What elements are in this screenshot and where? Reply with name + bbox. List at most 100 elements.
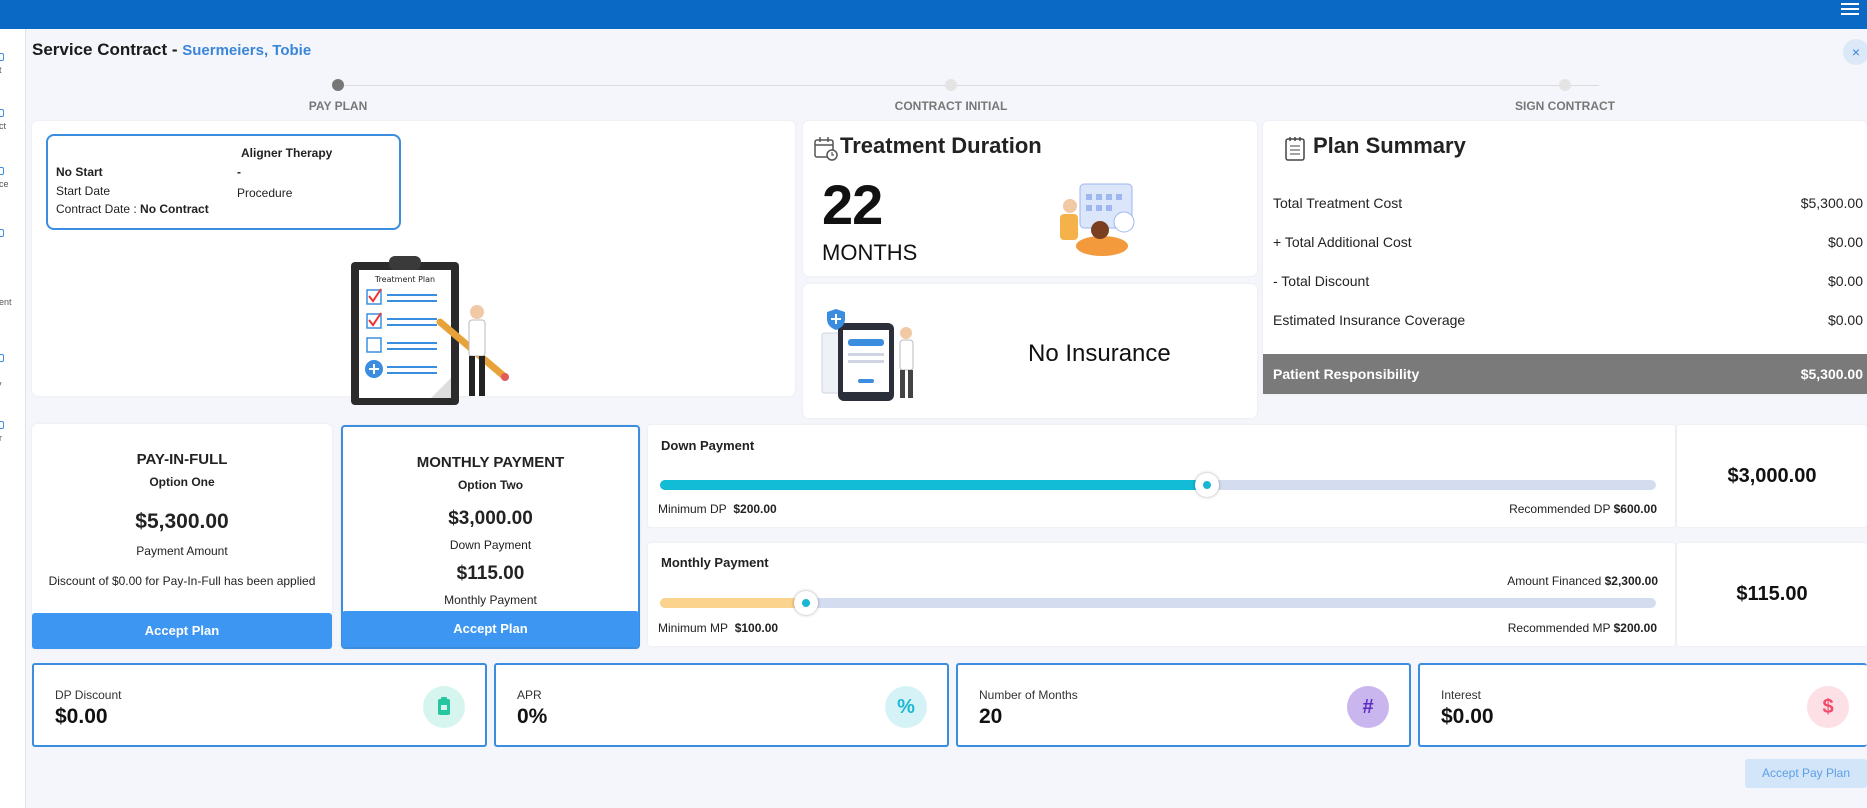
nav-icon <box>0 53 4 61</box>
step-pay-plan[interactable]: PAY PLAN <box>238 78 438 113</box>
hash-icon: # <box>1347 686 1389 728</box>
accept-monthly-plan-button[interactable]: Accept Plan <box>342 611 639 647</box>
stat-label: DP Discount <box>55 688 122 702</box>
patient-responsibility-label: Patient Responsibility <box>1273 366 1420 382</box>
monthly-slider-title: Monthly Payment <box>661 555 769 570</box>
down-payment-slider[interactable] <box>660 473 1656 497</box>
page-title: Service Contract - Suermeiers, Tobie <box>32 40 311 60</box>
rec-mp-value: $200.00 <box>1613 621 1657 635</box>
down-payment-value-card: $3,000.00 <box>1677 425 1867 527</box>
plan-summary-title: Plan Summary <box>1313 133 1466 158</box>
step-dot <box>1559 79 1571 91</box>
monthly-label: Monthly Payment <box>444 593 537 607</box>
min-dp-label: Minimum DP <box>658 502 727 516</box>
option-title: PAY-IN-FULL <box>136 451 228 468</box>
summary-row-label: - Total Discount <box>1273 273 1370 289</box>
monthly-amount: $115.00 <box>456 563 525 584</box>
calendar-icon <box>814 137 838 161</box>
payment-amount: $5,300.00 <box>135 510 229 533</box>
summary-row-label: + Total Additional Cost <box>1273 234 1412 250</box>
menu-icon[interactable] <box>1841 3 1859 15</box>
patient-responsibility-value: $5,300.00 <box>1800 366 1863 382</box>
accept-pay-in-full-button[interactable]: Accept Plan <box>32 613 332 649</box>
sidebar-item-label: nent <box>0 297 12 307</box>
summary-row-total-cost: Total Treatment Cost $5,300.00 <box>1273 195 1863 211</box>
sidebar-item-label: nt <box>0 65 2 75</box>
nav-icon <box>0 421 4 429</box>
close-icon: × <box>1851 44 1861 60</box>
down-payment-slider-title: Down Payment <box>661 438 755 453</box>
amount-financed-value: $2,300.00 <box>1604 574 1658 588</box>
monthly-payment-slider[interactable] <box>660 591 1656 615</box>
stat-label: APR <box>517 688 542 702</box>
payment-amount-label: Payment Amount <box>136 544 228 558</box>
sidebar-item-label: act <box>0 121 7 131</box>
stat-label: Interest <box>1441 688 1482 702</box>
sidebar-item-label: nce <box>0 179 9 189</box>
duration-months-value: 22 <box>822 173 883 236</box>
summary-row-value: $0.00 <box>1827 312 1863 328</box>
start-status: No Start <box>56 165 103 179</box>
procedure-label: Procedure <box>237 186 293 200</box>
percent-icon: % <box>885 686 927 728</box>
dollar-icon: $ <box>1807 686 1849 728</box>
nav-icon <box>0 354 4 362</box>
patient-name[interactable]: Suermeiers, Tobie <box>182 42 311 59</box>
clipboard-icon <box>423 686 465 728</box>
treatment-info-box: Aligner Therapy No Start - Start Date Pr… <box>46 134 401 230</box>
rec-dp-value: $600.00 <box>1613 502 1657 516</box>
slider-thumb[interactable] <box>1194 473 1219 497</box>
discount-note: Discount of $0.00 for Pay-In-Full has be… <box>48 574 316 588</box>
document-icon <box>1285 137 1305 161</box>
contract-date: Contract Date : No Contract <box>56 202 209 216</box>
sidebar-item-label: er <box>0 433 2 443</box>
rec-dp-label: Recommended DP <box>1509 502 1611 516</box>
summary-row-discount: - Total Discount $0.00 <box>1273 273 1863 289</box>
nav-icon <box>0 229 4 237</box>
step-contract-initial[interactable]: CONTRACT INITIAL <box>851 78 1051 113</box>
page-title-text: Service Contract - <box>32 40 183 59</box>
insurance-illustration <box>821 309 914 401</box>
rec-mp-label: Recommended MP <box>1507 621 1611 635</box>
min-dp: Minimum DP $200.00 <box>658 502 777 516</box>
contract-stepper: PAY PLAN CONTRACT INITIAL SIGN CONTRACT <box>32 78 1867 118</box>
stat-interest: Interest $0.00 $ <box>1418 663 1867 747</box>
stat-value: $0.00 <box>55 705 108 728</box>
contract-date-value: No Contract <box>140 202 209 216</box>
summary-row-value: $0.00 <box>1827 234 1863 250</box>
amount-financed: Amount Financed $2,300.00 <box>1507 574 1658 588</box>
treatment-duration-title: Treatment Duration <box>840 133 1042 158</box>
doctor-patient-illustration <box>1060 183 1135 256</box>
summary-row-label: Total Treatment Cost <box>1273 195 1403 211</box>
amount-financed-label: Amount Financed <box>1507 574 1602 588</box>
summary-row-additional-cost: + Total Additional Cost $0.00 <box>1273 234 1863 250</box>
down-payment-value: $3,000.00 <box>1727 465 1817 487</box>
step-sign-contract[interactable]: SIGN CONTRACT <box>1465 78 1665 113</box>
slider-fill <box>660 480 1207 490</box>
step-label: CONTRACT INITIAL <box>894 99 1008 113</box>
contract-date-label: Contract Date : <box>56 202 141 216</box>
stat-apr: APR 0% % <box>494 663 949 747</box>
min-mp: Minimum MP $100.00 <box>658 621 778 635</box>
insurance-status: No Insurance <box>1028 340 1171 367</box>
sidebar-item-label: ry <box>0 379 2 389</box>
down-payment-amount: $3,000.00 <box>448 508 533 529</box>
nav-icon <box>0 109 4 117</box>
summary-row-insurance: Estimated Insurance Coverage $0.00 <box>1273 312 1863 328</box>
close-button[interactable]: × <box>1843 39 1867 65</box>
min-mp-value: $100.00 <box>734 621 779 635</box>
monthly-payment-value-card: $115.00 <box>1677 543 1867 646</box>
stat-label: Number of Months <box>979 688 1078 702</box>
start-value: - <box>237 165 241 179</box>
stat-value: 0% <box>517 705 548 728</box>
option-subtitle: Option Two <box>457 478 524 492</box>
left-sidebar: nt act nce d nent try er <box>0 29 26 808</box>
option-subtitle: Option One <box>149 475 215 489</box>
step-label: PAY PLAN <box>308 99 368 113</box>
nav-icon <box>0 167 4 175</box>
accept-pay-plan-button[interactable]: Accept Pay Plan <box>1745 759 1867 788</box>
stat-number-of-months: Number of Months 20 # <box>956 663 1411 747</box>
stat-value: 20 <box>979 705 1003 728</box>
summary-row-value: $0.00 <box>1827 273 1863 289</box>
top-bar <box>0 0 1867 29</box>
